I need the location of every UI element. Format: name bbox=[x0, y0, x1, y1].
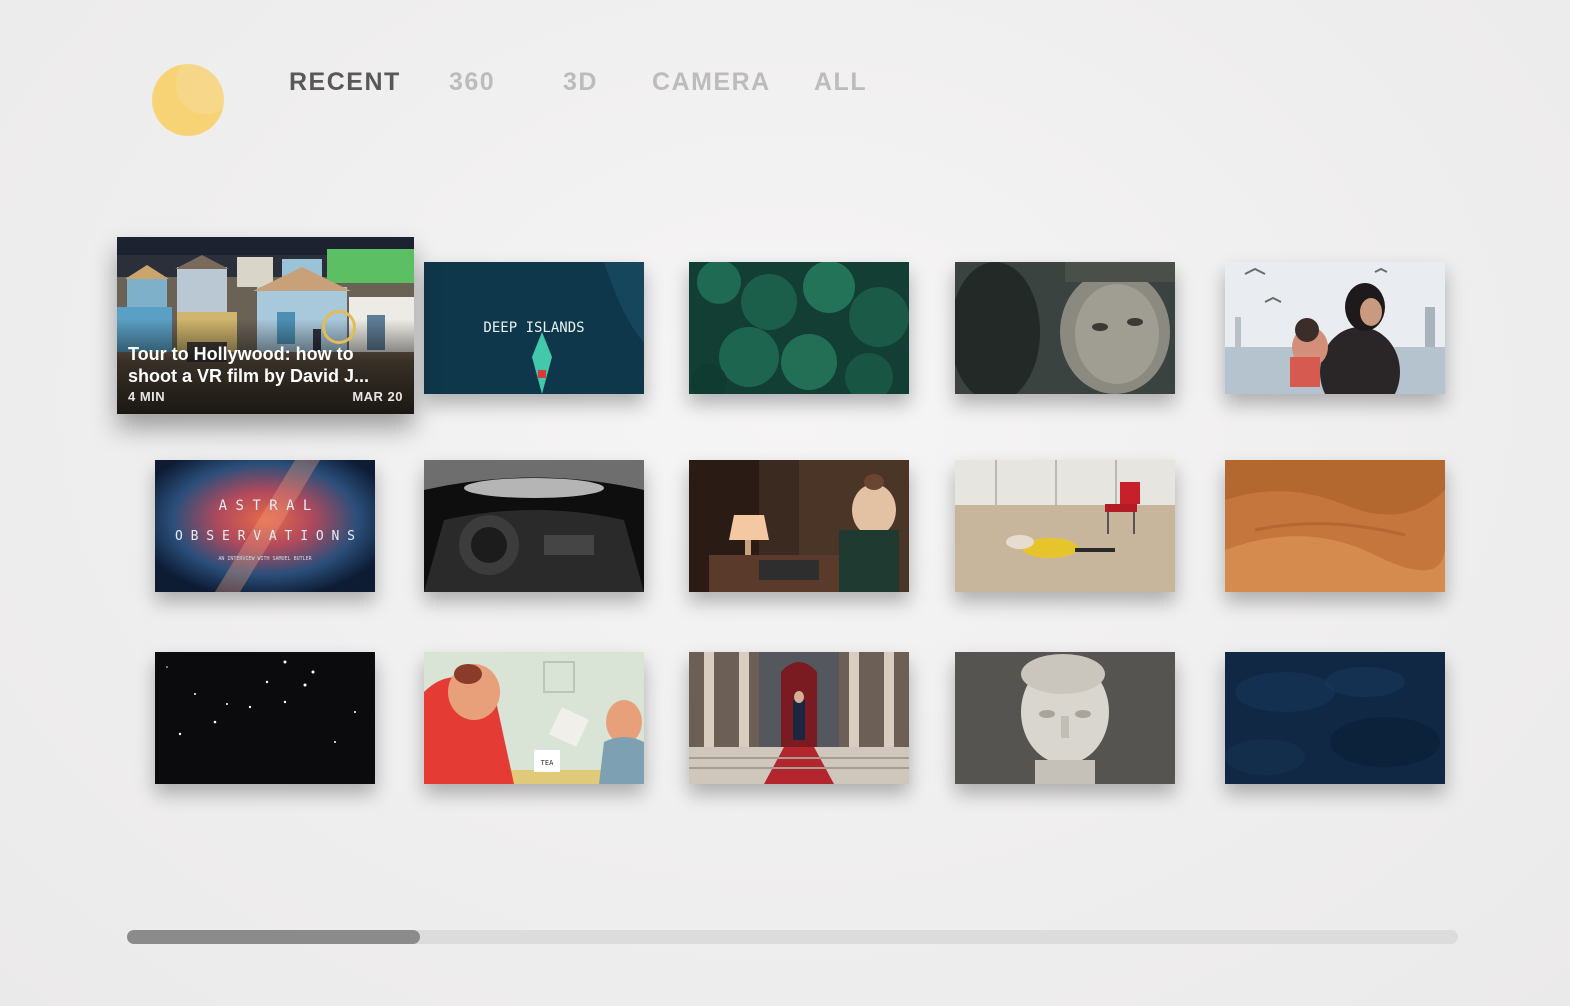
tile-title-line2: O B S E R V A T I O N S bbox=[175, 529, 355, 544]
scrollbar-thumb[interactable] bbox=[127, 930, 420, 944]
video-thumbnail bbox=[955, 652, 1175, 784]
video-tile-soldier[interactable] bbox=[955, 262, 1175, 394]
tile-subtitle: AN INTERVIEW WITH SAMUEL BUTLER bbox=[218, 556, 312, 562]
tab-recent[interactable]: RECENT bbox=[289, 68, 401, 97]
video-tile-deep-water[interactable] bbox=[1225, 652, 1445, 784]
video-tile-red-chair[interactable] bbox=[955, 460, 1175, 592]
video-tile-hollywood-tour[interactable]: Tour to Hollywood: how to shoot a VR fil… bbox=[117, 237, 414, 414]
tab-360[interactable]: 360 bbox=[449, 68, 495, 97]
horizontal-scrollbar[interactable] bbox=[127, 930, 1458, 944]
video-thumbnail bbox=[1225, 262, 1445, 394]
video-thumbnail bbox=[689, 652, 909, 784]
video-thumbnail bbox=[689, 262, 909, 394]
video-thumbnail bbox=[689, 460, 909, 592]
video-thumbnail: TEA bbox=[424, 652, 644, 784]
video-date: MAR 20 bbox=[352, 389, 403, 404]
video-tile-desert[interactable] bbox=[1225, 460, 1445, 592]
video-tile-desk-lamp[interactable] bbox=[689, 460, 909, 592]
video-tile-deep-islands[interactable]: DEEP ISLANDS bbox=[424, 262, 644, 394]
video-title: Tour to Hollywood: how to shoot a VR fil… bbox=[128, 344, 370, 386]
video-thumbnail bbox=[1225, 652, 1445, 784]
video-thumbnail bbox=[1225, 460, 1445, 592]
video-thumbnail bbox=[955, 262, 1175, 394]
video-thumbnail bbox=[155, 652, 375, 784]
video-tile-starfield[interactable] bbox=[155, 652, 375, 784]
tile-title-line1: A S T R A L bbox=[219, 498, 312, 514]
tab-3d[interactable]: 3D bbox=[563, 68, 598, 97]
video-tile-bust-statue[interactable] bbox=[955, 652, 1175, 784]
tab-all[interactable]: ALL bbox=[814, 68, 867, 97]
video-tile-forest-aerial[interactable] bbox=[689, 262, 909, 394]
moon-icon[interactable] bbox=[150, 60, 230, 140]
video-tile-mother-child[interactable] bbox=[1225, 262, 1445, 394]
video-tile-palace-throne[interactable] bbox=[689, 652, 909, 784]
video-duration: 4 MIN bbox=[128, 389, 166, 404]
mug-label: TEA bbox=[541, 759, 554, 767]
video-thumbnail: A S T R A L O B S E R V A T I O N S AN I… bbox=[155, 460, 375, 592]
video-library-screen: RECENT 360 3D CAMERA ALL Tour to Hollywo… bbox=[0, 0, 1570, 1006]
tab-camera[interactable]: CAMERA bbox=[652, 68, 771, 97]
video-tile-car-interior[interactable] bbox=[424, 460, 644, 592]
video-tile-cartoon-kitchen[interactable]: TEA bbox=[424, 652, 644, 784]
video-thumbnail bbox=[955, 460, 1175, 592]
gaze-cursor bbox=[322, 310, 356, 344]
video-meta: 4 MIN MAR 20 bbox=[128, 389, 403, 404]
video-thumbnail: DEEP ISLANDS bbox=[424, 262, 644, 394]
video-thumbnail bbox=[424, 460, 644, 592]
video-tile-astral-observations[interactable]: A S T R A L O B S E R V A T I O N S AN I… bbox=[155, 460, 375, 592]
tile-caption: DEEP ISLANDS bbox=[483, 320, 584, 336]
